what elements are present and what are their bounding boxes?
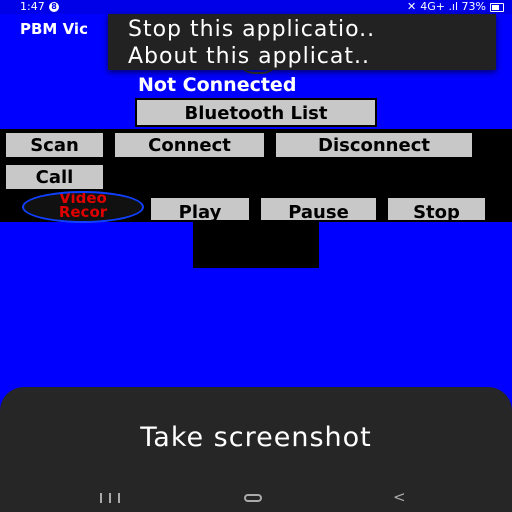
menu-item-stop-application[interactable]: Stop this applicatio..: [128, 17, 375, 42]
pause-button[interactable]: Pause: [259, 196, 378, 222]
stop-button[interactable]: Stop: [386, 196, 487, 222]
video-preview: [193, 222, 319, 268]
home-icon[interactable]: [244, 494, 262, 502]
scan-button[interactable]: Scan: [4, 131, 105, 159]
play-button[interactable]: Play: [149, 196, 251, 222]
status-bar: 1:47 8 ✕ 4G+ .ıl 73%: [0, 0, 512, 14]
menu-item-about-application[interactable]: About this applicat..: [128, 44, 370, 69]
connect-button[interactable]: Connect: [113, 131, 266, 159]
take-screenshot-button[interactable]: Take screenshot: [0, 422, 512, 453]
status-right-text: 4G+ .ıl 73%: [420, 0, 486, 13]
status-time: 1:47: [20, 0, 45, 13]
status-right: ✕ 4G+ .ıl 73%: [407, 0, 504, 14]
bluetooth-list-button[interactable]: Bluetooth List: [135, 98, 377, 127]
connection-status: Not Connected: [138, 74, 297, 96]
mute-icon: ✕: [406, 0, 417, 13]
recents-icon[interactable]: [100, 493, 120, 505]
call-button[interactable]: Call: [4, 163, 105, 191]
battery-icon: [490, 2, 504, 12]
navigation-bar: <: [0, 486, 512, 512]
video-record-label-line2: Recor: [58, 203, 108, 221]
notification-badge: 8: [49, 2, 59, 12]
app-title: PBM Vic: [20, 20, 88, 38]
disconnect-button[interactable]: Disconnect: [274, 131, 474, 159]
overflow-menu: Stop this applicatio.. About this applic…: [108, 14, 496, 70]
video-record-button[interactable]: Video Recor: [22, 191, 144, 223]
back-icon[interactable]: <: [393, 489, 406, 505]
